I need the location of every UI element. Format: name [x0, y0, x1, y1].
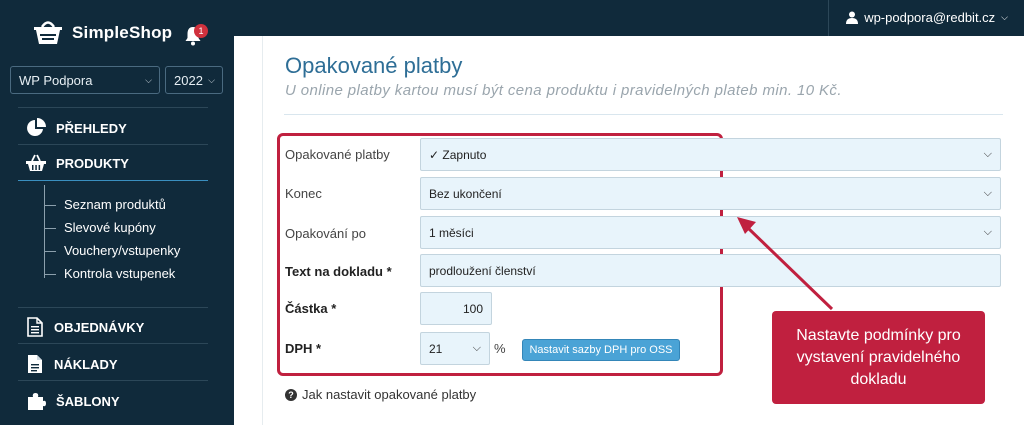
- chevron-down-icon: ⌵: [472, 342, 481, 354]
- workspace-select[interactable]: WP Podpora ⌵: [10, 66, 160, 94]
- sidebar-subitem-seznam-produktu[interactable]: Seznam produktů: [64, 197, 166, 212]
- sidebar-subitem-kontrola-vstupenek[interactable]: Kontrola vstupenek: [64, 266, 175, 281]
- vat-select[interactable]: 21 ⌵: [420, 332, 490, 365]
- chevron-down-icon: ⌵: [1001, 12, 1008, 22]
- page-subtitle: U online platby kartou musí být cena pro…: [285, 82, 842, 99]
- nav-divider: [18, 107, 208, 108]
- page-title: Opakované platby: [285, 53, 463, 78]
- tree-line: [44, 185, 45, 278]
- topbar-divider: [828, 0, 830, 36]
- chevron-down-icon: ⌵: [208, 74, 215, 85]
- repeat-select-value: 1 měsíci: [429, 225, 474, 240]
- tree-tick: [44, 205, 56, 206]
- vat-unit: %: [494, 341, 506, 356]
- end-label: Konec: [285, 186, 322, 201]
- chevron-down-icon: ⌵: [983, 148, 992, 160]
- question-circle-icon: ?: [285, 388, 297, 401]
- tree-tick: [44, 274, 56, 275]
- user-email: wp-podpora@redbit.cz: [864, 10, 996, 25]
- shop-logo-icon: [34, 21, 62, 44]
- sidebar-item-sablony[interactable]: ŠABLONY: [26, 391, 120, 411]
- sidebar-item-label: PRODUKTY: [56, 155, 129, 171]
- top-bar: wp-podpora@redbit.cz ⌵: [234, 0, 1024, 36]
- sidebar-item-label: ŠABLONY: [56, 393, 120, 409]
- help-link[interactable]: ? Jak nastavit opakované platby: [285, 387, 476, 402]
- amount-value: 100: [462, 301, 483, 316]
- nav-divider-active: [18, 180, 208, 181]
- callout-note: Nastavte podmínky pro vystavení pravidel…: [772, 311, 985, 404]
- vat-select-value: 21: [429, 341, 443, 356]
- document-icon: [27, 317, 43, 337]
- basket-icon: [26, 154, 46, 171]
- notification-badge: 1: [194, 24, 208, 38]
- repeat-label: Opakování po: [285, 226, 366, 241]
- sidebar-item-prehledy[interactable]: PŘEHLEDY: [26, 118, 127, 138]
- chevron-down-icon: ⌵: [983, 226, 992, 238]
- sidebar-item-label: OBJEDNÁVKY: [54, 319, 145, 335]
- recurring-select[interactable]: ✓ Zapnuto ⌵: [420, 138, 1001, 171]
- chevron-down-icon: ⌵: [145, 74, 152, 85]
- doc-text-input[interactable]: prodloužení členství: [420, 254, 1001, 287]
- puzzle-icon: [28, 393, 46, 410]
- chevron-down-icon: ⌵: [983, 187, 992, 199]
- year-select[interactable]: 2022 ⌵: [165, 66, 223, 94]
- brand-name: SimpleShop: [72, 23, 173, 42]
- user-menu[interactable]: wp-podpora@redbit.cz ⌵: [828, 0, 1008, 36]
- doc-text-label: Text na dokladu *: [285, 264, 392, 279]
- vat-label: DPH *: [285, 341, 322, 356]
- help-link-text: Jak nastavit opakované platby: [302, 387, 477, 402]
- repeat-select[interactable]: 1 měsíci ⌵: [420, 216, 1001, 249]
- user-icon: [846, 11, 859, 24]
- end-select[interactable]: Bez ukončení ⌵: [420, 177, 1001, 210]
- amount-input[interactable]: 100: [420, 292, 492, 325]
- tree-tick: [44, 251, 56, 252]
- sidebar-item-label: PŘEHLEDY: [56, 120, 127, 136]
- sidebar-subitem-vouchery[interactable]: Vouchery/vstupenky: [64, 243, 180, 258]
- sidebar-subitem-slevove-kupony[interactable]: Slevové kupóny: [64, 220, 156, 235]
- nav-divider: [18, 380, 208, 381]
- year-select-value: 2022: [174, 72, 203, 88]
- sidebar-item-objednavky[interactable]: OBJEDNÁVKY: [26, 317, 144, 337]
- nav-divider: [18, 144, 208, 145]
- sidebar-item-naklady[interactable]: NÁKLADY: [26, 354, 118, 374]
- file-icon: [28, 355, 42, 373]
- title-divider: [284, 114, 1003, 115]
- end-select-value: Bez ukončení: [429, 186, 502, 201]
- sidebar-item-produkty[interactable]: PRODUKTY: [26, 154, 129, 172]
- nav-divider: [18, 307, 208, 308]
- recurring-select-value: ✓ Zapnuto: [429, 147, 487, 162]
- sidebar: SimpleShop 1 WP Podpora ⌵ 2022 ⌵ PŘEHLED…: [0, 0, 234, 425]
- recurring-label: Opakované platby: [285, 147, 390, 162]
- amount-label: Částka *: [285, 301, 337, 316]
- content-border: [262, 36, 263, 425]
- tree-tick: [44, 228, 56, 229]
- doc-text-value: prodloužení členství: [429, 263, 536, 278]
- sidebar-item-label: NÁKLADY: [54, 356, 118, 372]
- set-oss-vat-button[interactable]: Nastavit sazby DPH pro OSS: [522, 339, 680, 361]
- nav-divider: [18, 343, 208, 344]
- pie-chart-icon: [27, 118, 46, 136]
- brand-logo[interactable]: SimpleShop: [30, 18, 172, 48]
- workspace-select-value: WP Podpora: [19, 72, 93, 88]
